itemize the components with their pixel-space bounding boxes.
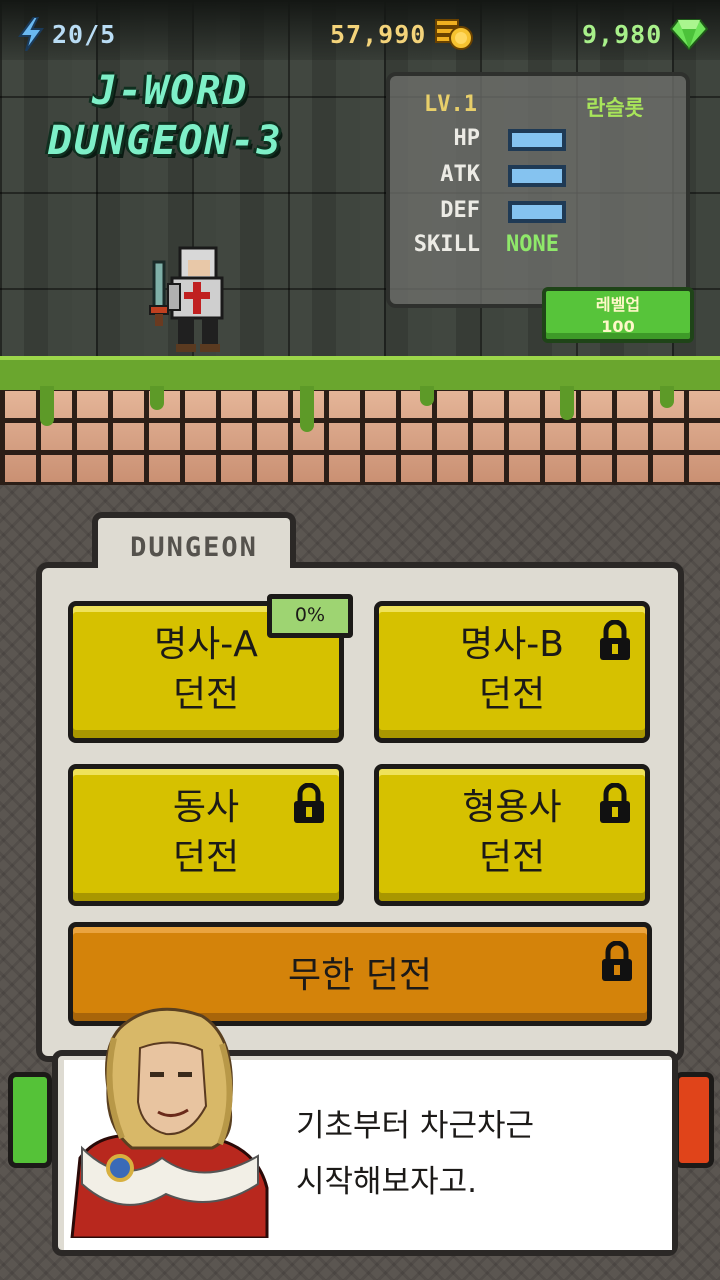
tab-dungeon-label: DUNGEON [130, 532, 258, 563]
moss-layer [0, 356, 720, 390]
gem-counter[interactable]: 9,980 [582, 14, 709, 54]
stat-label-hp: HP [453, 126, 481, 151]
stat-row-skill: SKILL NONE [390, 228, 690, 262]
dialog-line-1: 기초부터 차근차근 [296, 1108, 535, 1144]
gem-value: 9,980 [582, 19, 663, 49]
dungeon-button-verb[interactable]: 동사 던전 [68, 764, 344, 906]
stat-row-def: DEF [390, 194, 690, 228]
gem-icon [670, 18, 709, 50]
hp-bar [508, 129, 566, 151]
level-up-button[interactable]: 레벨업 100 [542, 287, 694, 343]
lock-icon [597, 782, 633, 839]
coin-icon [434, 16, 474, 52]
title-line-2: DUNGEON-3 [48, 118, 283, 164]
moss-drip [40, 386, 54, 426]
stat-label-skill: SKILL [413, 232, 480, 257]
dungeon-button-noun-b[interactable]: 명사-B 던전 [374, 601, 650, 743]
stat-label-atk: ATK [440, 162, 480, 187]
moss-drip [300, 386, 314, 432]
lock-icon [597, 619, 633, 676]
energy-value: 20/5 [52, 19, 117, 49]
tab-joint [98, 560, 290, 572]
def-bar [508, 201, 566, 223]
stat-row-atk: ATK [390, 158, 690, 192]
moss-drip [560, 386, 574, 420]
dungeon-subtitle: 던전 [478, 674, 546, 715]
skill-value: NONE [506, 232, 559, 257]
energy-counter[interactable]: 20/5 [18, 14, 116, 54]
side-tab-right[interactable] [674, 1072, 714, 1168]
brick-wall [0, 386, 720, 485]
game-title: J-WORD DUNGEON-3 [48, 66, 368, 166]
dungeon-subtitle: 던전 [172, 674, 240, 715]
atk-bar [508, 165, 566, 187]
lock-icon [291, 782, 327, 839]
dungeon-subtitle: 던전 [478, 837, 546, 878]
coin-counter[interactable]: 57,990 [330, 14, 474, 54]
dialog-line-2: 시작해보자고. [296, 1164, 477, 1200]
knight-character [146, 244, 234, 360]
moss-drip [660, 386, 674, 408]
player-level: LV.1 [424, 92, 477, 117]
level-up-cost: 100 [601, 317, 635, 336]
moss-drip [150, 386, 164, 410]
player-name: 란슬롯 [586, 96, 644, 120]
dialog-text: 기초부터 차근차근 시작해보자고. [296, 1098, 666, 1210]
progress-badge: 0% [267, 594, 353, 638]
stat-label-def: DEF [440, 198, 480, 223]
lock-icon [599, 940, 635, 997]
title-line-1: J-WORD [92, 68, 249, 114]
lightning-icon [18, 17, 44, 51]
npc-portrait [62, 988, 272, 1242]
dungeon-subtitle: 던전 [172, 837, 240, 878]
coin-value: 57,990 [330, 19, 427, 49]
side-tab-left[interactable] [8, 1072, 52, 1168]
level-up-label: 레벨업 [595, 295, 641, 314]
player-stats-panel: LV.1 란슬롯 HP ATK DEF SKILL NONE [386, 72, 690, 308]
dungeon-button-adjective[interactable]: 형용사 던전 [374, 764, 650, 906]
moss-drip [420, 386, 434, 406]
stat-row-hp: HP [390, 122, 690, 156]
